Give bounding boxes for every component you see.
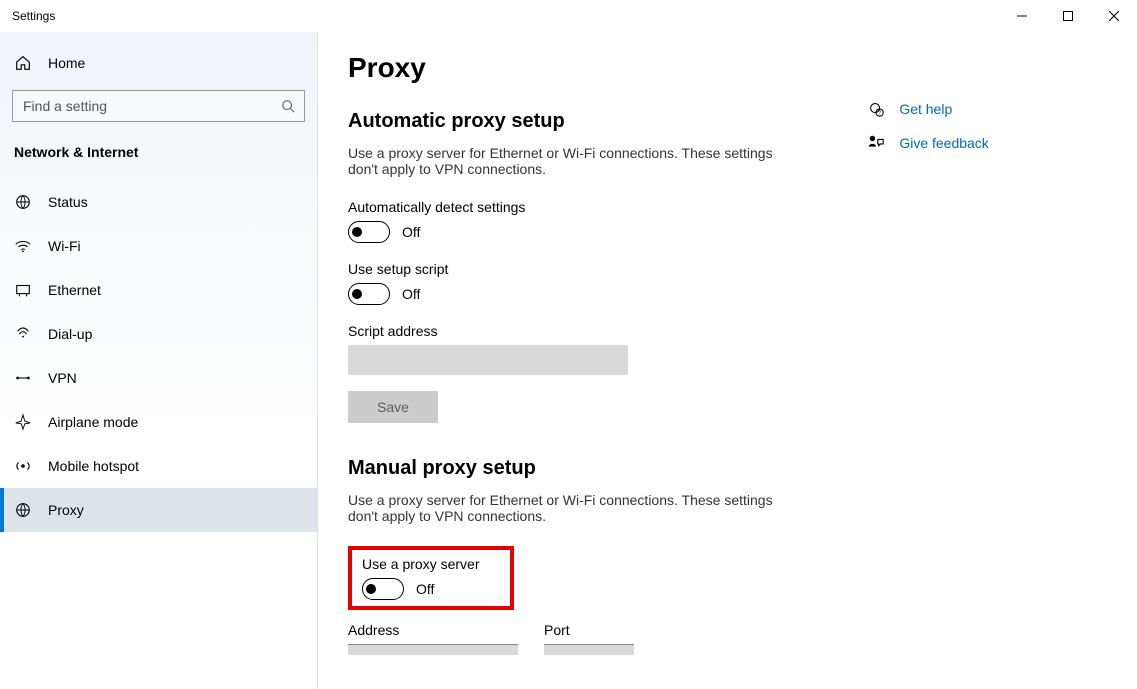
minimize-button[interactable]	[999, 0, 1045, 32]
close-button[interactable]	[1091, 0, 1137, 32]
help-icon: ?	[867, 100, 885, 118]
sidebar-item-hotspot[interactable]: Mobile hotspot	[0, 444, 317, 488]
save-button: Save	[348, 391, 438, 423]
sidebar-item-proxy[interactable]: Proxy	[0, 488, 317, 532]
aside: ? Get help Give feedback	[867, 52, 1107, 689]
setup-script-toggle[interactable]	[348, 283, 390, 305]
auto-detect-state: Off	[402, 224, 420, 240]
vpn-icon	[14, 369, 32, 387]
maximize-button[interactable]	[1045, 0, 1091, 32]
feedback-icon	[867, 134, 885, 152]
feedback-label: Give feedback	[899, 135, 989, 151]
address-port-row: Address Port	[348, 622, 867, 655]
auto-detect-toggle[interactable]	[348, 221, 390, 243]
sidebar-item-label: Status	[48, 194, 88, 210]
category-header: Network & Internet	[0, 144, 317, 172]
airplane-icon	[14, 413, 32, 431]
auto-detect-label: Automatically detect settings	[348, 199, 867, 215]
home-icon	[14, 54, 32, 72]
minimize-icon	[1017, 11, 1027, 21]
page-title: Proxy	[348, 52, 867, 84]
settings-window: Settings Home Networ	[0, 0, 1137, 689]
port-col: Port	[544, 622, 634, 655]
sidebar-item-wifi[interactable]: Wi-Fi	[0, 224, 317, 268]
titlebar: Settings	[0, 0, 1137, 32]
manual-proxy-header: Manual proxy setup	[348, 457, 867, 480]
sidebar-item-label: VPN	[48, 370, 77, 386]
main: Proxy Automatic proxy setup Use a proxy …	[318, 32, 1137, 689]
use-proxy-toggle[interactable]	[362, 578, 404, 600]
sidebar-item-airplane[interactable]: Airplane mode	[0, 400, 317, 444]
script-address-label: Script address	[348, 323, 867, 339]
sidebar-item-label: Airplane mode	[48, 414, 138, 430]
sidebar-item-dialup[interactable]: Dial-up	[0, 312, 317, 356]
dialup-icon	[14, 325, 32, 343]
sidebar: Home Network & Internet Status	[0, 32, 318, 689]
setup-script-toggle-row: Off	[348, 283, 867, 305]
proxy-icon	[14, 501, 32, 519]
svg-text:?: ?	[878, 110, 881, 116]
script-address-input	[348, 345, 628, 375]
use-proxy-toggle-row: Off	[362, 578, 500, 600]
address-col: Address	[348, 622, 518, 655]
get-help-link[interactable]: ? Get help	[867, 100, 1107, 118]
address-label: Address	[348, 622, 518, 638]
auto-detect-toggle-row: Off	[348, 221, 867, 243]
hotspot-icon	[14, 457, 32, 475]
highlight-box: Use a proxy server Off	[348, 546, 514, 610]
port-label: Port	[544, 622, 634, 638]
maximize-icon	[1063, 11, 1073, 21]
ethernet-icon	[14, 281, 32, 299]
setup-script-label: Use setup script	[348, 261, 867, 277]
sidebar-item-label: Mobile hotspot	[48, 458, 139, 474]
port-input	[544, 644, 634, 655]
sidebar-item-status[interactable]: Status	[0, 180, 317, 224]
window-title: Settings	[0, 9, 55, 23]
sidebar-item-label: Dial-up	[48, 326, 92, 342]
use-proxy-state: Off	[416, 581, 434, 597]
give-feedback-link[interactable]: Give feedback	[867, 134, 1107, 152]
wifi-icon	[14, 237, 32, 255]
auto-proxy-desc: Use a proxy server for Ethernet or Wi-Fi…	[348, 145, 778, 177]
content: Proxy Automatic proxy setup Use a proxy …	[348, 52, 867, 689]
body: Home Network & Internet Status	[0, 32, 1137, 689]
manual-proxy-desc: Use a proxy server for Ethernet or Wi-Fi…	[348, 492, 778, 524]
help-label: Get help	[899, 101, 952, 117]
address-input	[348, 644, 518, 655]
search-icon	[281, 99, 295, 113]
search-input[interactable]	[12, 90, 305, 122]
sidebar-item-label: Ethernet	[48, 282, 101, 298]
sidebar-item-vpn[interactable]: VPN	[0, 356, 317, 400]
sidebar-item-label: Proxy	[48, 502, 84, 518]
close-icon	[1109, 11, 1119, 21]
nav-list: Status Wi-Fi Ethernet	[0, 172, 317, 532]
auto-proxy-header: Automatic proxy setup	[348, 110, 867, 133]
sidebar-item-label: Wi-Fi	[48, 238, 81, 254]
sidebar-item-ethernet[interactable]: Ethernet	[0, 268, 317, 312]
home-label: Home	[48, 55, 85, 71]
use-proxy-label: Use a proxy server	[362, 556, 500, 572]
home-button[interactable]: Home	[0, 50, 317, 90]
setup-script-state: Off	[402, 286, 420, 302]
status-icon	[14, 193, 32, 211]
search-wrap	[12, 90, 305, 122]
